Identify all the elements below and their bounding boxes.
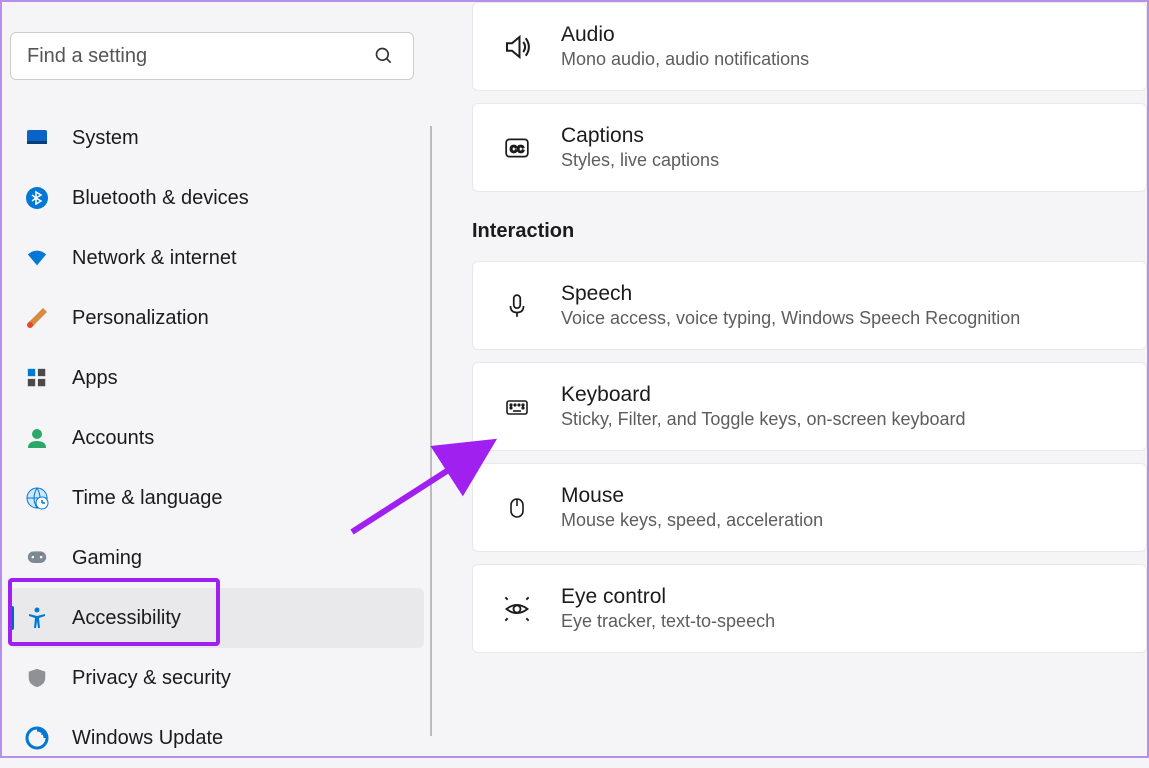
card-text: Eye control Eye tracker, text-to-speech: [561, 585, 775, 632]
card-subtitle: Sticky, Filter, and Toggle keys, on-scre…: [561, 409, 966, 430]
setting-card-eye-control[interactable]: Eye control Eye tracker, text-to-speech: [472, 564, 1147, 653]
sidebar-item-label: Privacy & security: [72, 667, 231, 690]
card-text: Captions Styles, live captions: [561, 124, 719, 171]
setting-card-captions[interactable]: CC Captions Styles, live captions: [472, 103, 1147, 192]
sidebar-item-privacy[interactable]: Privacy & security: [10, 648, 424, 708]
person-icon: [24, 425, 50, 451]
sidebar-item-accounts[interactable]: Accounts: [10, 408, 424, 468]
card-title: Speech: [561, 282, 1020, 306]
main-content: Audio Mono audio, audio notifications CC…: [432, 2, 1147, 756]
microphone-icon: [501, 290, 533, 322]
wifi-icon: [24, 245, 50, 271]
sidebar-item-bluetooth[interactable]: Bluetooth & devices: [10, 168, 424, 228]
setting-card-speech[interactable]: Speech Voice access, voice typing, Windo…: [472, 261, 1147, 350]
sidebar-item-label: System: [72, 127, 139, 150]
svg-text:CC: CC: [510, 144, 524, 155]
sidebar-item-network[interactable]: Network & internet: [10, 228, 424, 288]
card-subtitle: Mono audio, audio notifications: [561, 49, 809, 70]
sidebar-item-accessibility[interactable]: Accessibility: [10, 588, 424, 648]
sidebar-item-update[interactable]: Windows Update: [10, 708, 424, 768]
setting-card-mouse[interactable]: Mouse Mouse keys, speed, acceleration: [472, 463, 1147, 552]
sidebar-item-apps[interactable]: Apps: [10, 348, 424, 408]
card-title: Audio: [561, 23, 809, 47]
shield-icon: [24, 665, 50, 691]
globe-clock-icon: [24, 485, 50, 511]
sidebar: System Bluetooth & devices Network & int…: [2, 2, 432, 756]
card-text: Mouse Mouse keys, speed, acceleration: [561, 484, 823, 531]
section-header-interaction: Interaction: [472, 220, 1147, 243]
card-title: Captions: [561, 124, 719, 148]
scrollbar[interactable]: [430, 126, 432, 736]
system-icon: [24, 125, 50, 151]
speaker-icon: [501, 31, 533, 63]
card-title: Keyboard: [561, 383, 966, 407]
bluetooth-icon: [24, 185, 50, 211]
sidebar-item-time[interactable]: Time & language: [10, 468, 424, 528]
card-subtitle: Styles, live captions: [561, 150, 719, 171]
brush-icon: [24, 305, 50, 331]
sidebar-item-label: Bluetooth & devices: [72, 187, 249, 210]
sidebar-item-label: Windows Update: [72, 727, 223, 750]
card-title: Mouse: [561, 484, 823, 508]
sidebar-item-system[interactable]: System: [10, 108, 424, 168]
captions-icon: CC: [501, 132, 533, 164]
card-text: Keyboard Sticky, Filter, and Toggle keys…: [561, 383, 966, 430]
card-subtitle: Voice access, voice typing, Windows Spee…: [561, 308, 1020, 329]
sidebar-item-label: Time & language: [72, 487, 222, 510]
mouse-icon: [501, 492, 533, 524]
search-input[interactable]: [27, 45, 371, 68]
card-text: Speech Voice access, voice typing, Windo…: [561, 282, 1020, 329]
search-icon: [371, 43, 397, 69]
card-subtitle: Mouse keys, speed, acceleration: [561, 510, 823, 531]
accessibility-icon: [24, 605, 50, 631]
sidebar-item-label: Gaming: [72, 547, 142, 570]
sidebar-item-personalization[interactable]: Personalization: [10, 288, 424, 348]
keyboard-icon: [501, 391, 533, 423]
setting-card-keyboard[interactable]: Keyboard Sticky, Filter, and Toggle keys…: [472, 362, 1147, 451]
update-icon: [24, 725, 50, 751]
setting-card-audio[interactable]: Audio Mono audio, audio notifications: [472, 2, 1147, 91]
sidebar-item-label: Apps: [72, 367, 118, 390]
search-box[interactable]: [10, 32, 414, 80]
sidebar-item-label: Accounts: [72, 427, 154, 450]
apps-icon: [24, 365, 50, 391]
sidebar-item-label: Personalization: [72, 307, 209, 330]
eye-icon: [501, 593, 533, 625]
card-text: Audio Mono audio, audio notifications: [561, 23, 809, 70]
sidebar-item-label: Network & internet: [72, 247, 237, 270]
nav-list: System Bluetooth & devices Network & int…: [10, 108, 424, 768]
sidebar-item-gaming[interactable]: Gaming: [10, 528, 424, 588]
gamepad-icon: [24, 545, 50, 571]
sidebar-item-label: Accessibility: [72, 607, 181, 630]
card-subtitle: Eye tracker, text-to-speech: [561, 611, 775, 632]
card-title: Eye control: [561, 585, 775, 609]
